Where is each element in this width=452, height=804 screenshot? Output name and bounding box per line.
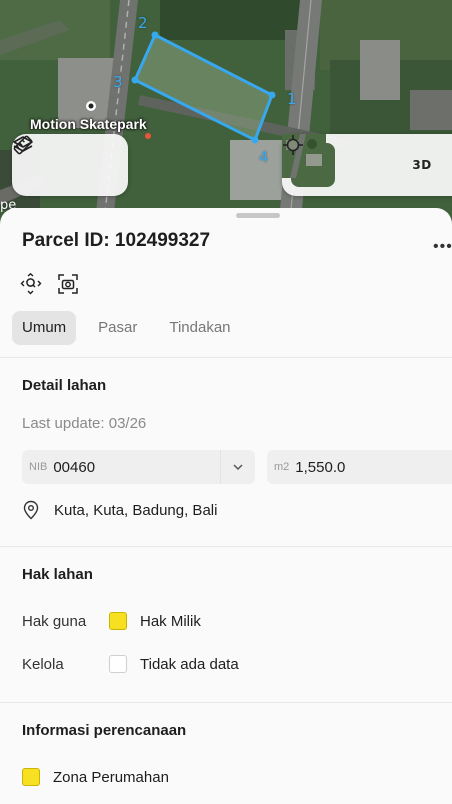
kelola-row: Kelola Tidak ada data <box>22 655 239 673</box>
camera-frame-icon <box>58 274 78 294</box>
area-value: 1,550.0 <box>295 458 346 476</box>
hak-lahan-heading: Hak lahan <box>22 566 93 583</box>
tab-pasar[interactable]: Pasar <box>88 311 147 345</box>
map-view[interactable]: Motion Skatepark 1 2 3 4 pe 3D <box>0 0 452 230</box>
toggle-3d-label: 3D <box>412 158 432 172</box>
screenshot-button[interactable] <box>56 272 80 296</box>
zoom-to-fit-icon <box>20 272 42 295</box>
zone-value: Zona Perumahan <box>53 768 169 786</box>
vertex-label-4: 4 <box>259 148 269 166</box>
zoom-to-parcel-button[interactable] <box>19 272 43 296</box>
kelola-label: Kelola <box>22 655 64 673</box>
informasi-perencanaan-heading: Informasi perencanaan <box>22 722 187 739</box>
area-field[interactable]: m2 1,550.0 <box>267 450 452 484</box>
vertex-label-3: 3 <box>113 73 123 91</box>
area-unit-label: m2 <box>274 461 290 473</box>
locate-button[interactable] <box>283 134 393 196</box>
divider <box>0 702 452 703</box>
divider <box>0 546 452 547</box>
hak-guna-swatch <box>109 612 127 630</box>
nib-label: NIB <box>29 461 48 473</box>
ruler-icon <box>13 135 33 155</box>
map-tools-left <box>12 134 128 196</box>
kelola-value: Tidak ada data <box>140 655 239 673</box>
hak-guna-row: Hak guna Hak Milik <box>22 612 201 630</box>
nib-dropdown-button[interactable] <box>220 450 255 484</box>
tab-bar: Umum Pasar Tindakan <box>12 311 253 345</box>
detail-lahan-heading: Detail lahan <box>22 377 107 394</box>
hak-guna-label: Hak guna <box>22 612 87 630</box>
zone-row: Zona Perumahan <box>22 768 169 786</box>
nib-field[interactable]: NIB 00460 <box>22 450 255 484</box>
nib-value: 00460 <box>53 458 96 476</box>
chevron-down-icon <box>233 464 243 471</box>
more-options-button[interactable]: ••• <box>433 238 452 256</box>
map-tools-right: 3D <box>282 134 452 196</box>
place-label-motion-skatepark[interactable]: Motion Skatepark <box>30 116 147 132</box>
hak-guna-value: Hak Milik <box>140 612 201 630</box>
parcel-bottom-sheet: Parcel ID: 102499327 ••• Umum Pasar Tind… <box>0 208 452 804</box>
toggle-3d-button[interactable]: 3D <box>393 134 451 196</box>
zone-swatch <box>22 768 40 786</box>
divider <box>0 357 452 358</box>
address-text: Kuta, Kuta, Badung, Bali <box>54 501 218 519</box>
tab-umum[interactable]: Umum <box>12 311 77 345</box>
kelola-swatch <box>109 655 127 673</box>
crosshair-icon <box>283 135 303 155</box>
vertex-label-2: 2 <box>138 14 148 32</box>
location-pin-icon <box>23 500 39 520</box>
vertex-label-1: 1 <box>287 90 297 108</box>
measure-button[interactable] <box>13 134 128 196</box>
tab-tindakan[interactable]: Tindakan <box>159 311 240 345</box>
parcel-title: Parcel ID: 102499327 <box>22 230 211 251</box>
last-update-text: Last update: 03/26 <box>22 415 147 432</box>
address-row: Kuta, Kuta, Badung, Bali <box>22 500 217 520</box>
sheet-drag-handle[interactable] <box>236 213 280 218</box>
